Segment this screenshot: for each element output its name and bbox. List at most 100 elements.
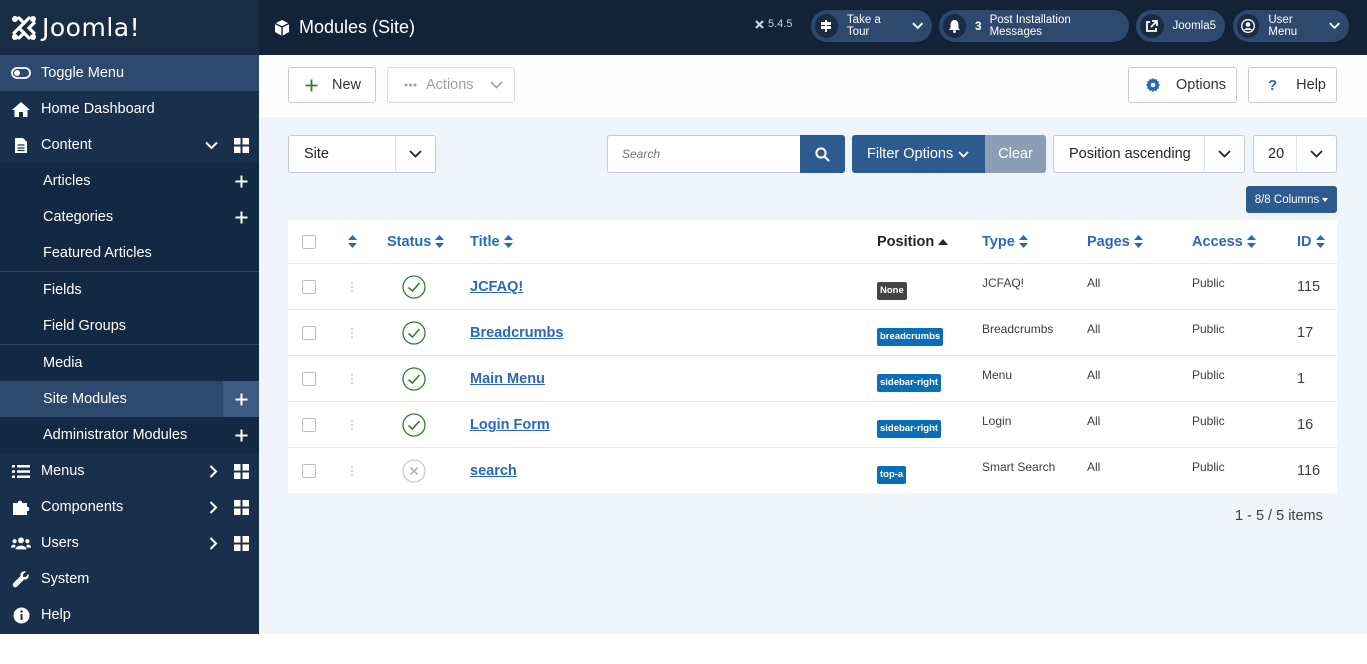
unpublished-status-icon[interactable]	[402, 448, 426, 494]
position-badge: None	[877, 282, 907, 300]
dashboard-grid-icon[interactable]	[234, 463, 249, 479]
row-checkbox[interactable]	[302, 356, 316, 402]
clear-button[interactable]: Clear	[985, 135, 1046, 173]
position-badge: sidebar-right	[877, 420, 942, 438]
chevron-down-icon	[1329, 22, 1340, 30]
add-article-icon[interactable]	[223, 163, 259, 199]
column-header-title[interactable]: Title	[470, 220, 513, 263]
user-menu-button[interactable]: User Menu	[1233, 10, 1349, 42]
drag-handle-icon[interactable]	[350, 264, 354, 310]
options-button[interactable]: Options	[1128, 67, 1237, 103]
published-status-icon[interactable]	[402, 402, 426, 448]
limit-select[interactable]: 20	[1253, 135, 1337, 173]
chevron-down-icon	[1296, 136, 1336, 172]
sidebar-item-field-groups[interactable]: Field Groups	[0, 308, 259, 344]
chevron-down-icon	[1204, 136, 1244, 172]
sidebar-item-label: Users	[41, 535, 79, 551]
site-link-button[interactable]: Joomla5	[1136, 10, 1225, 42]
chevron-down-icon	[958, 150, 969, 158]
sidebar-item-categories[interactable]: Categories	[0, 199, 259, 235]
main-content: New Actions Options ? Help Site Search F…	[259, 55, 1367, 634]
search-input[interactable]: Search	[607, 135, 801, 173]
drag-handle-icon[interactable]	[350, 448, 354, 494]
dashboard-grid-icon[interactable]	[234, 137, 249, 153]
sidebar-item-administrator-modules[interactable]: Administrator Modules	[0, 417, 259, 453]
sidebar-item-label: Content	[41, 137, 92, 153]
published-status-icon[interactable]	[402, 264, 426, 310]
sidebar-item-articles[interactable]: Articles	[0, 163, 259, 199]
module-access: Public	[1192, 368, 1225, 382]
add-category-icon[interactable]	[223, 199, 259, 235]
post-install-messages-button[interactable]: 3 Post Installation Messages	[939, 10, 1129, 42]
columns-button[interactable]: 8/8 Columns	[1246, 186, 1337, 213]
column-header-id[interactable]: ID	[1297, 220, 1325, 263]
sidebar-item-home-dashboard[interactable]: Home Dashboard	[0, 91, 259, 127]
search-button[interactable]	[800, 135, 845, 173]
column-header-status[interactable]: Status	[387, 220, 445, 263]
drag-handle-icon[interactable]	[350, 402, 354, 448]
sidebar-item-label: Site Modules	[43, 391, 127, 407]
help-button[interactable]: ? Help	[1248, 67, 1337, 103]
actions-dropdown[interactable]: Actions	[387, 67, 515, 103]
new-button[interactable]: New	[288, 67, 376, 103]
module-title-link[interactable]: Main Menu	[470, 371, 545, 387]
sidebar-item-featured-articles[interactable]: Featured Articles	[0, 235, 259, 271]
row-checkbox[interactable]	[302, 310, 316, 356]
chevron-down-icon	[395, 136, 435, 172]
joomla-small-icon	[755, 19, 764, 29]
row-checkbox[interactable]	[302, 448, 316, 494]
sidebar-item-system[interactable]: System	[0, 561, 259, 597]
pagination-summary: 1 - 5 / 5 items	[1235, 508, 1323, 524]
sidebar-item-site-modules[interactable]: Site Modules	[0, 381, 259, 417]
status-header-label: Status	[387, 233, 432, 250]
add-site-module-icon[interactable]	[223, 381, 259, 417]
row-checkbox[interactable]	[302, 402, 316, 448]
module-title-link[interactable]: JCFAQ!	[470, 279, 523, 295]
chevron-right-icon[interactable]	[209, 464, 218, 478]
sidebar-item-help[interactable]: Help	[0, 597, 259, 633]
chevron-right-icon[interactable]	[209, 500, 218, 514]
column-header-access[interactable]: Access	[1192, 220, 1256, 263]
module-title-link[interactable]: Login Form	[470, 417, 550, 433]
sidebar-item-users[interactable]: Users	[0, 525, 259, 561]
sidebar-item-content[interactable]: Content	[0, 127, 259, 163]
toggle-switch-icon	[11, 67, 31, 79]
toggle-menu-button[interactable]: Toggle Menu	[0, 55, 259, 91]
take-tour-button[interactable]: Take a Tour	[811, 10, 932, 42]
sidebar-item-components[interactable]: Components	[0, 489, 259, 525]
clear-label: Clear	[998, 146, 1033, 162]
row-checkbox[interactable]	[302, 264, 316, 310]
module-title-link[interactable]: Breadcrumbs	[470, 325, 563, 341]
dashboard-grid-icon[interactable]	[234, 535, 249, 551]
ordering-select[interactable]: Position ascending	[1053, 135, 1245, 173]
client-select-value: Site	[304, 146, 329, 162]
sidebar-item-label: Field Groups	[43, 318, 127, 334]
client-select[interactable]: Site	[288, 135, 436, 173]
dashboard-grid-icon[interactable]	[234, 499, 249, 515]
module-title-link[interactable]: search	[470, 463, 517, 479]
drag-handle-icon[interactable]	[350, 310, 354, 356]
chevron-right-icon[interactable]	[209, 536, 218, 550]
sidebar-item-fields[interactable]: Fields	[0, 271, 259, 308]
new-button-label: New	[332, 77, 362, 93]
drag-handle-icon[interactable]	[350, 356, 354, 402]
chevron-down-icon[interactable]	[205, 141, 218, 150]
sidebar-item-media[interactable]: Media	[0, 344, 259, 381]
published-status-icon[interactable]	[402, 356, 426, 402]
sidebar-item-menus[interactable]: Menus	[0, 453, 259, 489]
filter-options-button[interactable]: Filter Options	[852, 135, 985, 173]
joomla-logo[interactable]: Joomla!	[0, 0, 259, 55]
column-header-type[interactable]: Type	[982, 220, 1028, 263]
table-row: search top-a Smart Search All Public 116	[288, 447, 1337, 493]
published-status-icon[interactable]	[402, 310, 426, 356]
module-id: 1	[1297, 371, 1306, 387]
module-type: JCFAQ!	[982, 276, 1025, 290]
sidebar-item-label: Articles	[43, 173, 91, 189]
column-header-pages[interactable]: Pages	[1087, 220, 1143, 263]
column-header-position[interactable]: Position	[877, 220, 949, 263]
title-header-label: Title	[470, 233, 500, 250]
add-admin-module-icon[interactable]	[223, 417, 259, 453]
sidebar-item-label: Fields	[43, 282, 82, 298]
select-all-checkbox[interactable]	[302, 220, 316, 263]
ordering-sort-icon[interactable]	[348, 220, 357, 263]
